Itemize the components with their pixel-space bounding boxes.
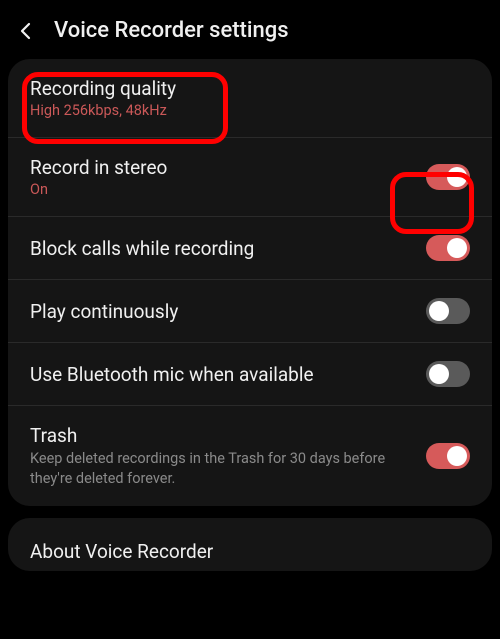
row-title: Use Bluetooth mic when available <box>30 363 414 386</box>
row-text: Play continuously <box>30 300 426 323</box>
toggle-play-continuously[interactable] <box>426 298 470 324</box>
setting-block-calls[interactable]: Block calls while recording <box>8 217 492 280</box>
row-subtitle: High 256kbps, 48kHz <box>30 102 458 119</box>
toggle-block-calls[interactable] <box>426 235 470 261</box>
row-text: Use Bluetooth mic when available <box>30 363 426 386</box>
row-text: Block calls while recording <box>30 237 426 260</box>
toggle-trash[interactable] <box>426 443 470 469</box>
about-title: About Voice Recorder <box>30 540 470 563</box>
setting-play-continuously[interactable]: Play continuously <box>8 280 492 343</box>
about-panel[interactable]: About Voice Recorder <box>8 518 492 571</box>
header-bar: Voice Recorder settings <box>0 0 500 59</box>
setting-record-stereo[interactable]: Record in stereo On <box>8 138 492 217</box>
row-title: Block calls while recording <box>30 237 414 260</box>
back-icon[interactable] <box>14 19 38 43</box>
toggle-record-stereo[interactable] <box>426 164 470 190</box>
row-title: Play continuously <box>30 300 414 323</box>
row-title: Trash <box>30 424 414 447</box>
toggle-knob <box>429 364 449 384</box>
row-subtitle: Keep deleted recordings in the Trash for… <box>30 449 414 488</box>
toggle-knob <box>447 238 467 258</box>
settings-panel: Recording quality High 256kbps, 48kHz Re… <box>8 59 492 506</box>
row-text: Recording quality High 256kbps, 48kHz <box>30 77 470 119</box>
row-subtitle: On <box>30 181 414 198</box>
row-text: Trash Keep deleted recordings in the Tra… <box>30 424 426 488</box>
toggle-knob <box>447 446 467 466</box>
row-title: Recording quality <box>30 77 458 100</box>
setting-recording-quality[interactable]: Recording quality High 256kbps, 48kHz <box>8 59 492 138</box>
page-title: Voice Recorder settings <box>54 18 289 43</box>
row-title: Record in stereo <box>30 156 414 179</box>
setting-use-bluetooth[interactable]: Use Bluetooth mic when available <box>8 343 492 406</box>
toggle-knob <box>429 301 449 321</box>
setting-trash[interactable]: Trash Keep deleted recordings in the Tra… <box>8 406 492 506</box>
row-text: Record in stereo On <box>30 156 426 198</box>
toggle-use-bluetooth[interactable] <box>426 361 470 387</box>
toggle-knob <box>447 167 467 187</box>
